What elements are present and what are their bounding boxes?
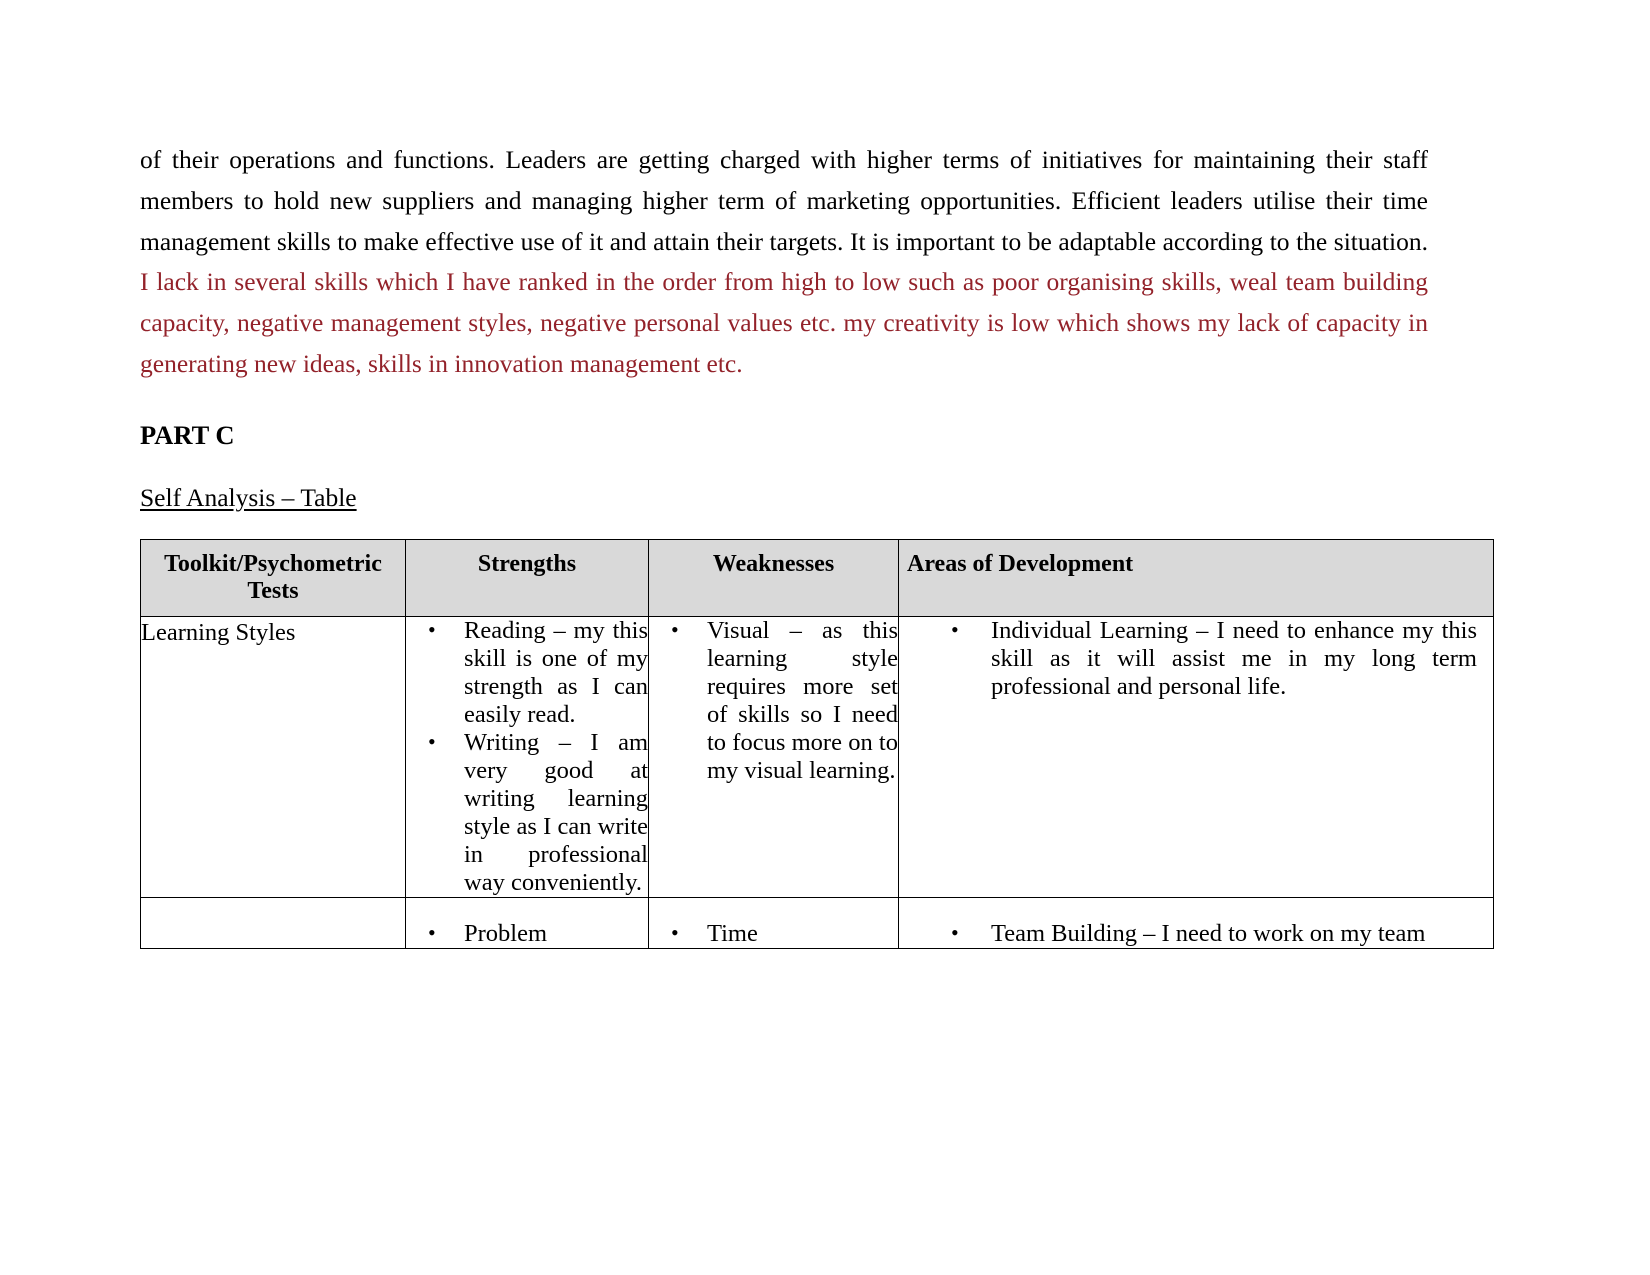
row-label-empty xyxy=(140,896,406,949)
list-item: Team Building – I need to work on my tea… xyxy=(921,919,1477,948)
list-item: Reading – my this skill is one of my str… xyxy=(406,616,648,729)
table-body: Learning Styles Reading – my this skill … xyxy=(140,615,1494,949)
column-header-weaknesses: Weaknesses xyxy=(648,538,899,617)
table-row: Learning Styles Reading – my this skill … xyxy=(140,615,1494,898)
paragraph-black-text: of their operations and functions. Leade… xyxy=(140,145,1428,256)
column-header-toolkit: Toolkit/Psychometric Tests xyxy=(140,538,406,617)
cell-areas-of-development: Individual Learning – I need to enhance … xyxy=(898,615,1494,898)
areas-list: Individual Learning – I need to enhance … xyxy=(921,616,1477,701)
list-item: Individual Learning – I need to enhance … xyxy=(921,616,1477,701)
document-page: of their operations and functions. Leade… xyxy=(0,0,1650,1275)
list-item: Problem xyxy=(406,919,648,948)
strengths-list: Problem xyxy=(406,919,648,948)
paragraph-red-text: I lack in several skills which I have ra… xyxy=(140,267,1428,378)
self-analysis-table: Toolkit/Psychometric Tests Strengths Wea… xyxy=(140,538,1494,949)
weaknesses-list: Time xyxy=(649,919,898,948)
cell-strengths: Reading – my this skill is one of my str… xyxy=(405,615,649,898)
sub-heading: Self Analysis – Table xyxy=(140,482,357,512)
cell-areas-of-development: Team Building – I need to work on my tea… xyxy=(898,896,1494,949)
column-header-areas: Areas of Development xyxy=(898,538,1494,617)
weaknesses-list: Visual – as this learning style requires… xyxy=(649,616,898,785)
areas-list: Team Building – I need to work on my tea… xyxy=(921,919,1477,948)
part-heading: PART C xyxy=(140,419,235,450)
self-analysis-table-wrap: Toolkit/Psychometric Tests Strengths Wea… xyxy=(140,538,1494,949)
cell-strengths: Problem xyxy=(405,896,649,949)
table-header-row: Toolkit/Psychometric Tests Strengths Wea… xyxy=(140,538,1494,617)
body-paragraph: of their operations and functions. Leade… xyxy=(140,140,1428,385)
row-label-learning-styles: Learning Styles xyxy=(140,615,406,898)
table-row: Problem Time Team Building – I need to w… xyxy=(140,896,1494,949)
table-header: Toolkit/Psychometric Tests Strengths Wea… xyxy=(140,538,1494,617)
list-item: Visual – as this learning style requires… xyxy=(649,616,898,785)
list-item: Time xyxy=(649,919,898,948)
list-item: Writing – I am very good at writing lear… xyxy=(406,728,648,897)
strengths-list: Reading – my this skill is one of my str… xyxy=(406,616,648,897)
cell-weaknesses: Visual – as this learning style requires… xyxy=(648,615,899,898)
column-header-strengths: Strengths xyxy=(405,538,649,617)
cell-weaknesses: Time xyxy=(648,896,899,949)
